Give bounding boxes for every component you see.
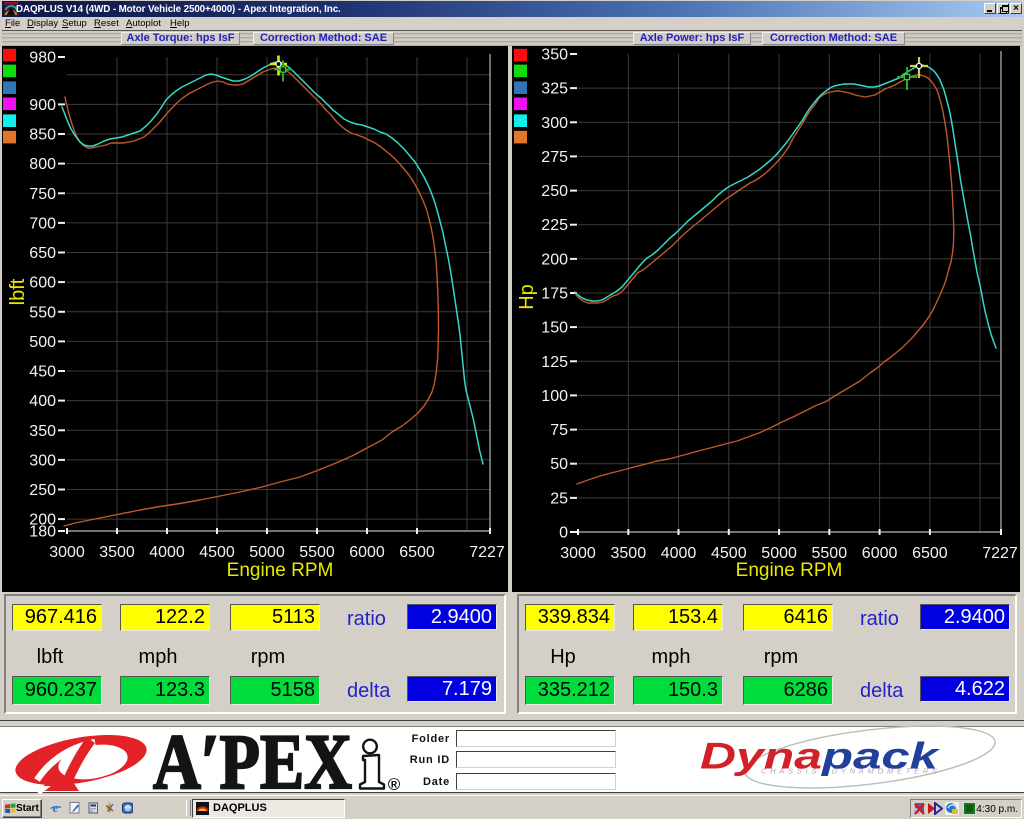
svg-text:6000: 6000 xyxy=(862,545,898,562)
svg-text:300: 300 xyxy=(29,452,56,469)
svg-text:0: 0 xyxy=(559,525,568,542)
svg-text:150: 150 xyxy=(541,320,568,337)
svg-text:450: 450 xyxy=(29,364,56,381)
svg-text:5000: 5000 xyxy=(249,544,285,561)
svg-text:e: e xyxy=(53,802,59,814)
svg-text:50: 50 xyxy=(550,456,568,473)
svg-text:500: 500 xyxy=(29,334,56,351)
svg-text:4000: 4000 xyxy=(661,545,697,562)
svg-text:6500: 6500 xyxy=(912,545,948,562)
svg-text:6000: 6000 xyxy=(349,544,385,561)
svg-text:3000: 3000 xyxy=(560,545,596,562)
svg-text:250: 250 xyxy=(29,482,56,499)
svg-text:980: 980 xyxy=(29,50,56,67)
svg-text:300: 300 xyxy=(541,115,568,132)
svg-text:200: 200 xyxy=(541,251,568,268)
svg-text:700: 700 xyxy=(29,215,56,232)
svg-text:175: 175 xyxy=(541,286,568,303)
svg-text:600: 600 xyxy=(29,275,56,292)
svg-text:Hp: Hp xyxy=(516,284,538,310)
svg-text:7227: 7227 xyxy=(982,545,1018,562)
svg-text:4500: 4500 xyxy=(199,544,235,561)
svg-text:25: 25 xyxy=(550,490,568,507)
svg-text:3500: 3500 xyxy=(611,545,647,562)
svg-text:900: 900 xyxy=(29,97,56,114)
svg-text:100: 100 xyxy=(541,388,568,405)
svg-text:225: 225 xyxy=(541,217,568,234)
svg-text:5500: 5500 xyxy=(299,544,335,561)
svg-text:650: 650 xyxy=(29,245,56,262)
svg-text:350: 350 xyxy=(541,47,568,64)
svg-text:750: 750 xyxy=(29,186,56,203)
svg-text:lbft: lbft xyxy=(7,278,29,305)
svg-text:125: 125 xyxy=(541,354,568,371)
svg-text:3500: 3500 xyxy=(99,544,135,561)
svg-text:850: 850 xyxy=(29,127,56,144)
svg-text:325: 325 xyxy=(541,81,568,98)
svg-text:250: 250 xyxy=(541,183,568,200)
svg-text:3000: 3000 xyxy=(49,544,85,561)
svg-text:Engine RPM: Engine RPM xyxy=(227,560,334,581)
svg-text:350: 350 xyxy=(29,423,56,440)
svg-text:AʹPEX: AʹPEX xyxy=(153,718,352,805)
svg-text:Engine RPM: Engine RPM xyxy=(736,560,843,581)
svg-text:400: 400 xyxy=(29,393,56,410)
svg-text:75: 75 xyxy=(550,422,568,439)
svg-text:4000: 4000 xyxy=(149,544,185,561)
svg-text:550: 550 xyxy=(29,304,56,321)
svg-text:6500: 6500 xyxy=(399,544,435,561)
svg-text:275: 275 xyxy=(541,149,568,166)
svg-text:800: 800 xyxy=(29,156,56,173)
svg-text:180: 180 xyxy=(29,524,56,541)
svg-text:7227: 7227 xyxy=(469,544,505,561)
